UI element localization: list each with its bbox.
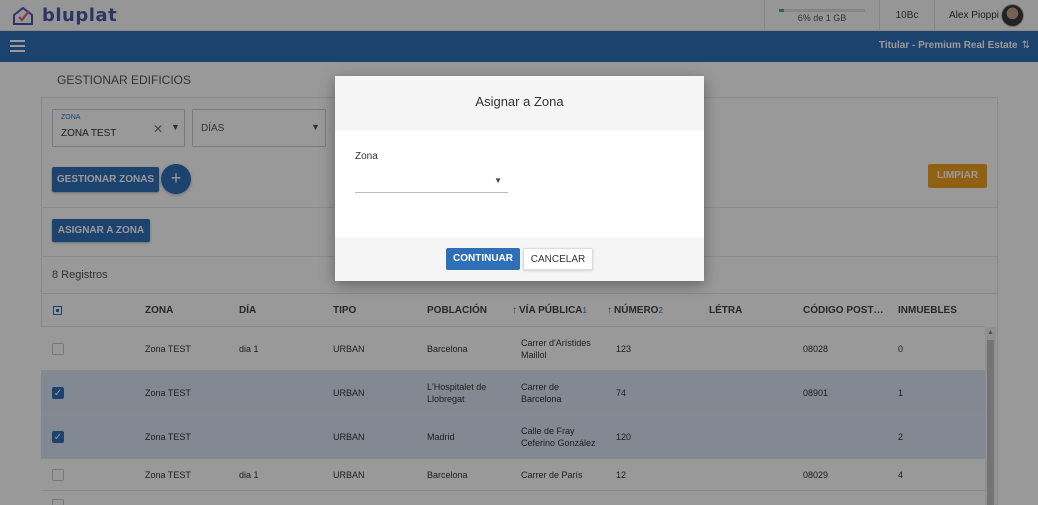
zona-field-label: Zona (355, 151, 378, 162)
zona-dropdown[interactable]: ▼ (355, 168, 508, 193)
dialog-footer: CONTINUAR CANCELAR (335, 238, 704, 281)
cancelar-button[interactable]: CANCELAR (523, 248, 593, 270)
continuar-button[interactable]: CONTINUAR (446, 248, 520, 270)
chevron-down-icon: ▼ (494, 176, 502, 185)
asignar-zona-dialog: Asignar a Zona Zona ▼ CONTINUAR CANCELAR (335, 76, 704, 281)
dialog-title: Asignar a Zona (475, 94, 564, 109)
dialog-header: Asignar a Zona (335, 76, 704, 130)
